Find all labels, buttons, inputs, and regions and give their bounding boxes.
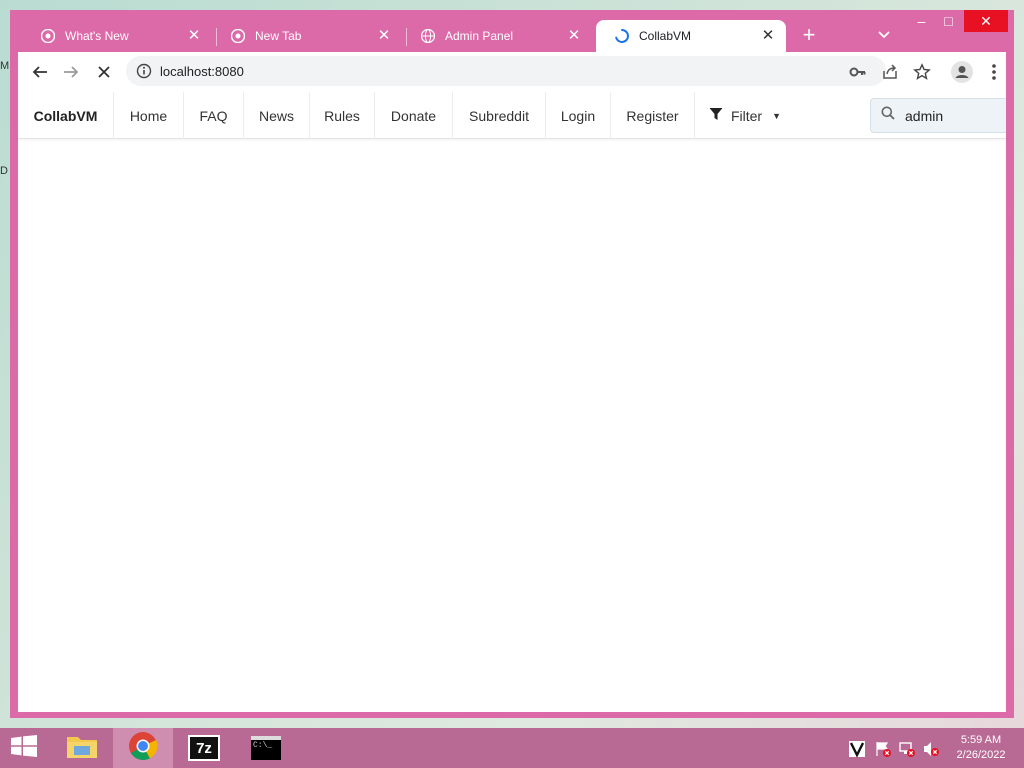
site-brand[interactable]: CollabVM	[18, 92, 114, 139]
tab-collabvm[interactable]: CollabVM ✕	[596, 20, 786, 52]
action-center-flag-icon[interactable]	[874, 740, 892, 758]
tab-admin-panel[interactable]: Admin Panel ✕	[402, 20, 592, 52]
tab-close-icon[interactable]: ✕	[186, 28, 202, 44]
tab-strip: What's New ✕ New Tab ✕ Admin Panel ✕ Col…	[10, 10, 1014, 52]
browser-window: What's New ✕ New Tab ✕ Admin Panel ✕ Col…	[10, 10, 1014, 718]
minimize-button[interactable]: –	[908, 10, 935, 32]
folder-icon	[66, 732, 98, 765]
filter-dropdown[interactable]: Filter ▼	[695, 92, 795, 139]
nav-news[interactable]: News	[244, 92, 310, 139]
taskbar-chrome[interactable]	[113, 728, 173, 768]
bookmark-star-icon[interactable]	[910, 60, 934, 84]
chrome-icon	[128, 731, 158, 766]
tab-title: Admin Panel	[445, 29, 514, 43]
tab-new-tab[interactable]: New Tab ✕	[212, 20, 402, 52]
filter-label: Filter	[730, 107, 763, 124]
nav-register[interactable]: Register	[611, 92, 695, 139]
chrome-icon	[230, 28, 246, 44]
close-window-button[interactable]: ✕	[964, 10, 1008, 32]
desktop-icon-fragment: D	[0, 165, 8, 177]
system-clock[interactable]: 5:59 AM 2/26/2022	[948, 733, 1014, 763]
site-info-icon[interactable]	[136, 63, 152, 79]
desktop-icon-fragment: M	[0, 60, 10, 72]
network-icon[interactable]	[898, 740, 916, 758]
new-tab-button[interactable]: +	[797, 24, 821, 48]
vm-search-box[interactable]	[870, 98, 1006, 133]
site-navbar: CollabVM Home FAQ News Rules Donate Subr…	[18, 92, 1006, 139]
tab-title: What's New	[65, 29, 129, 43]
taskbar-command-prompt[interactable]: C:\_	[236, 728, 296, 768]
clock-date: 2/26/2022	[956, 749, 1006, 761]
7zip-icon: 7z	[188, 735, 220, 761]
tab-whats-new[interactable]: What's New ✕	[22, 20, 212, 52]
volume-muted-icon[interactable]	[922, 740, 940, 758]
windows-logo-icon	[11, 734, 37, 762]
vim-tray-icon[interactable]	[848, 740, 866, 758]
address-bar[interactable]: localhost:8080	[126, 56, 886, 86]
nav-faq[interactable]: FAQ	[184, 92, 244, 139]
page-viewport: CollabVM Home FAQ News Rules Donate Subr…	[18, 92, 1006, 712]
tab-title: New Tab	[255, 29, 302, 43]
browser-toolbar: localhost:8080	[18, 52, 1006, 92]
tab-title: CollabVM	[639, 29, 692, 43]
url-text: localhost:8080	[160, 64, 244, 79]
profile-avatar-icon[interactable]	[950, 60, 974, 84]
nav-login[interactable]: Login	[546, 92, 611, 139]
tab-close-icon[interactable]: ✕	[566, 28, 582, 44]
tab-search-chevron-icon[interactable]	[876, 26, 892, 42]
back-button[interactable]	[28, 60, 52, 84]
nav-rules[interactable]: Rules	[310, 92, 375, 139]
search-icon	[881, 106, 895, 125]
tab-close-icon[interactable]: ✕	[376, 28, 392, 44]
stop-loading-button[interactable]	[92, 60, 116, 84]
chrome-icon	[40, 28, 56, 44]
nav-subreddit[interactable]: Subreddit	[453, 92, 546, 139]
start-button[interactable]	[0, 728, 48, 768]
share-icon[interactable]	[878, 60, 902, 84]
menu-kebab-icon[interactable]	[982, 60, 1006, 84]
globe-icon	[420, 28, 436, 44]
nav-home[interactable]: Home	[114, 92, 184, 139]
loading-spinner-icon	[614, 28, 630, 44]
clock-time: 5:59 AM	[960, 734, 1002, 746]
tab-close-icon[interactable]: ✕	[760, 28, 776, 44]
key-icon[interactable]	[846, 60, 870, 84]
maximize-button[interactable]: □	[935, 10, 962, 32]
search-input[interactable]	[905, 107, 1005, 124]
terminal-icon: C:\_	[251, 736, 281, 760]
taskbar: 7z C:\_ 5:59 AM 2/26/2022	[0, 728, 1024, 768]
taskbar-file-explorer[interactable]	[52, 728, 112, 768]
filter-funnel-icon	[709, 107, 723, 124]
nav-donate[interactable]: Donate	[375, 92, 453, 139]
taskbar-7zip[interactable]: 7z	[174, 728, 234, 768]
forward-button[interactable]	[59, 60, 83, 84]
caret-down-icon: ▼	[772, 110, 782, 121]
